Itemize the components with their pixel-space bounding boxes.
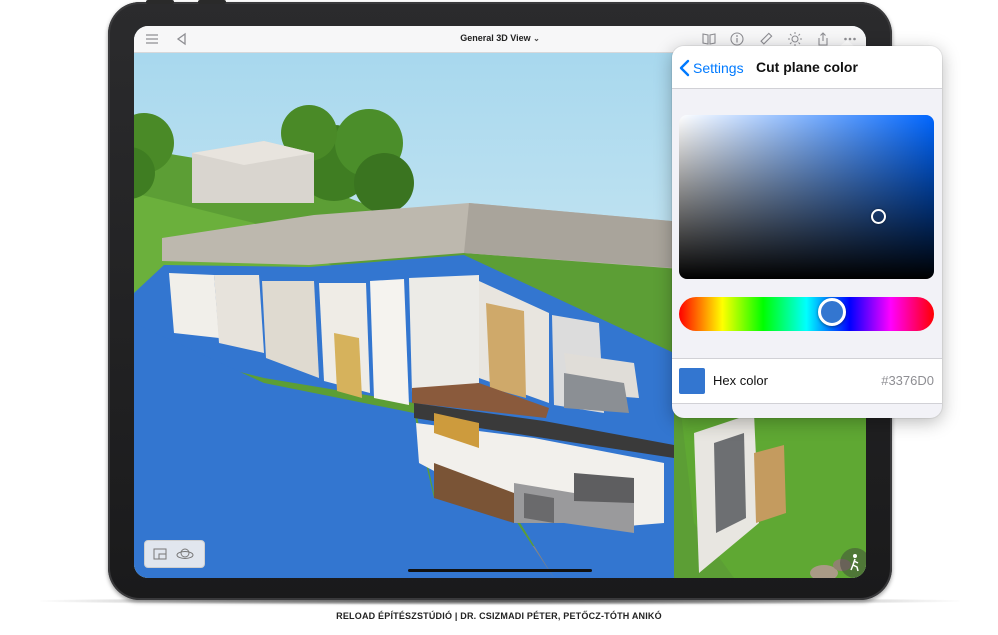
view-mode-toggle[interactable]: [144, 540, 205, 568]
view-title-dropdown[interactable]: General 3D View ⌄: [134, 33, 866, 43]
settings-back-button[interactable]: Settings: [678, 57, 744, 79]
book-icon[interactable]: [701, 31, 717, 47]
popover-title: Cut plane color: [756, 59, 858, 75]
sun-icon[interactable]: [787, 31, 803, 47]
popover-header: Settings Cut plane color: [672, 46, 942, 89]
hex-color-value[interactable]: #3376D0: [881, 373, 934, 388]
color-swatch: [679, 368, 705, 394]
walk-mode-button[interactable]: [840, 548, 866, 578]
chevron-left-icon: [679, 59, 690, 77]
ruler-icon[interactable]: [758, 31, 774, 47]
share-icon[interactable]: [815, 31, 831, 47]
view-title: General 3D View: [460, 33, 531, 43]
hue-slider[interactable]: [679, 297, 934, 331]
floorplan-icon[interactable]: [153, 547, 167, 561]
back-button-label: Settings: [693, 60, 744, 76]
3d-orbit-icon[interactable]: [175, 545, 195, 563]
volume-button: [146, 0, 174, 4]
walking-person-icon: [850, 554, 859, 572]
info-icon[interactable]: [729, 31, 745, 47]
hex-color-label: Hex color: [713, 373, 768, 388]
saturation-brightness-picker[interactable]: [679, 115, 934, 279]
cut-plane-color-popover: Settings Cut plane color Hex color #3376…: [672, 46, 942, 418]
home-indicator: [408, 569, 592, 572]
credit-caption: RELOAD ÉPÍTÉSZSTÚDIÓ | DR. CSIZMADI PÉTE…: [336, 611, 662, 621]
power-button: [198, 0, 226, 4]
color-picker-knob[interactable]: [871, 209, 886, 224]
chevron-down-icon: ⌄: [533, 34, 540, 43]
hue-slider-thumb[interactable]: [818, 298, 846, 326]
hex-color-row[interactable]: Hex color #3376D0: [672, 358, 942, 404]
